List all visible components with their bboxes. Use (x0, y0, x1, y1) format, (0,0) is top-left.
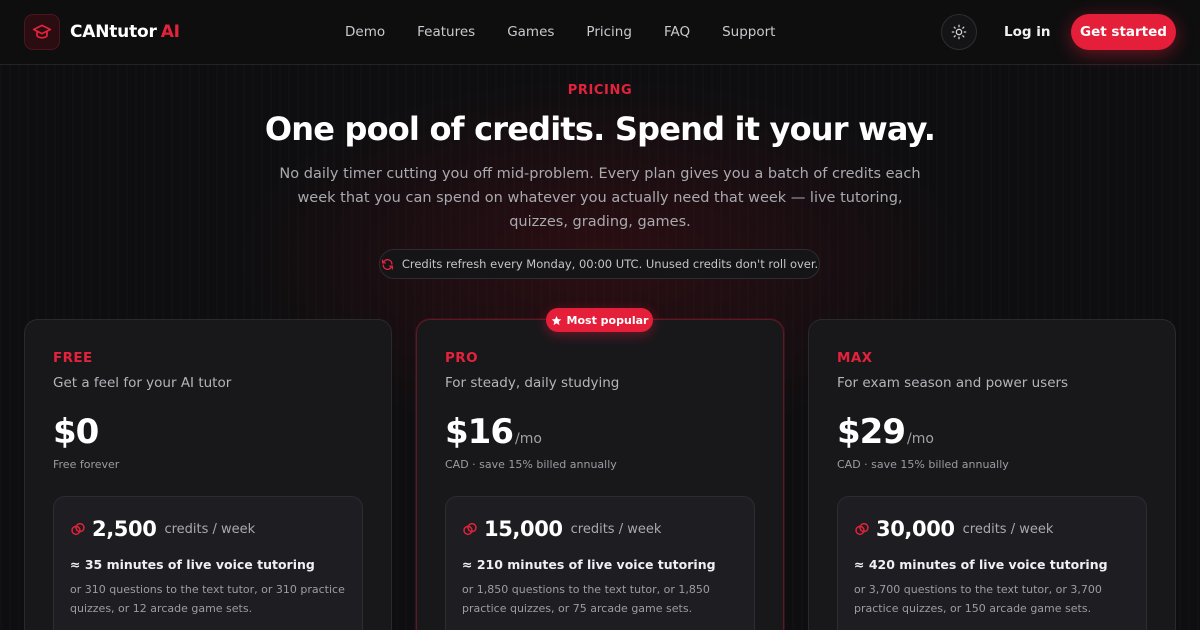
credit-equivalent: ≈ 210 minutes of live voice tutoring (462, 557, 716, 572)
most-popular-label: Most popular (566, 313, 649, 327)
plan-price-note: CAD · save 15% billed annually (837, 458, 1009, 471)
plan-tier: MAX (837, 350, 873, 366)
brand-suffix: AI (160, 22, 180, 42)
credit-equivalent: ≈ 35 minutes of live voice tutoring (70, 557, 315, 572)
star-icon (551, 315, 561, 325)
credit-detail: or 1,850 questions to the text tutor, or… (462, 583, 710, 615)
nav-link-faq[interactable]: FAQ (664, 24, 690, 40)
credit-unit: credits / week (164, 521, 256, 537)
plan-card-free: FREE Get a feel for your AI tutor $0 Fre… (24, 319, 392, 630)
top-nav: CANtutor AI Demo Features Games Pricing F… (0, 0, 1200, 65)
plan-card-max: MAX For exam season and power users $29 … (808, 319, 1176, 630)
nav-link-features[interactable]: Features (417, 24, 475, 40)
theme-toggle-button[interactable] (941, 14, 977, 50)
plan-price: $0 (53, 412, 100, 452)
brand-name-text: CANtutor (70, 22, 157, 42)
coins-icon (71, 522, 85, 536)
nav-link-demo[interactable]: Demo (345, 24, 385, 40)
credit-amount: 15,000 (484, 517, 563, 541)
plan-tier: PRO (445, 350, 478, 366)
page-title: One pool of credits. Spend it your way. (264, 110, 936, 148)
get-started-button[interactable]: Get started (1071, 14, 1176, 50)
nav-link-pricing[interactable]: Pricing (586, 24, 632, 40)
section-eyebrow: PRICING (567, 83, 633, 98)
credit-line: 2,500 credits / week (70, 517, 255, 541)
graduation-cap-icon (24, 14, 60, 50)
brand-name: CANtutor AI (70, 22, 180, 42)
plan-tagline: For steady, daily studying (445, 375, 620, 391)
nav-link-games[interactable]: Games (507, 24, 554, 40)
plan-amount: $16 (445, 412, 514, 452)
refresh-notice: Credits refresh every Monday, 00:00 UTC.… (379, 249, 820, 279)
plan-tagline: For exam season and power users (837, 375, 1069, 391)
credit-line: 30,000 credits / week (854, 517, 1053, 541)
nav-link-support[interactable]: Support (722, 24, 775, 40)
plan-price-note: CAD · save 15% billed annually (445, 458, 617, 471)
plan-card-pro: PRO For steady, daily studying $16 /mo C… (416, 319, 784, 630)
coins-icon (855, 522, 869, 536)
plan-price-note: Free forever (53, 458, 120, 471)
sun-icon (951, 24, 967, 40)
credit-allowance: 2,500 credits / week ≈ 35 minutes of liv… (53, 496, 363, 630)
pricing-page: CANtutor AI Demo Features Games Pricing F… (0, 0, 1200, 630)
credit-amount: 2,500 (92, 517, 157, 541)
plan-price: $16 /mo (445, 412, 542, 452)
credit-allowance: 30,000 credits / week ≈ 420 minutes of l… (837, 496, 1147, 630)
credit-unit: credits / week (962, 521, 1054, 537)
brand-logo[interactable]: CANtutor AI (24, 14, 180, 50)
credit-detail: or 3,700 questions to the text tutor, or… (854, 583, 1102, 615)
plan-tier: FREE (53, 350, 93, 366)
plan-tagline: Get a feel for your AI tutor (53, 375, 232, 391)
credit-unit: credits / week (570, 521, 662, 537)
coins-icon (463, 522, 477, 536)
credit-equivalent: ≈ 420 minutes of live voice tutoring (854, 557, 1108, 572)
refresh-notice-text: Credits refresh every Monday, 00:00 UTC.… (401, 257, 819, 271)
credit-allowance: 15,000 credits / week ≈ 210 minutes of l… (445, 496, 755, 630)
refresh-icon (381, 258, 393, 270)
plan-price: $29 /mo (837, 412, 934, 452)
credit-amount: 30,000 (876, 517, 955, 541)
plan-period: /mo (514, 431, 542, 447)
credit-line: 15,000 credits / week (462, 517, 661, 541)
nav-links: Demo Features Games Pricing FAQ Support (345, 24, 807, 40)
plan-amount: $0 (53, 412, 99, 452)
plan-amount: $29 (837, 412, 906, 452)
credit-detail: or 310 questions to the text tutor, or 3… (70, 583, 345, 615)
plan-period: /mo (906, 431, 934, 447)
page-subtitle: No daily timer cutting you off mid-probl… (279, 166, 921, 230)
most-popular-badge: Most popular (546, 308, 653, 332)
login-link[interactable]: Log in (1004, 24, 1050, 40)
